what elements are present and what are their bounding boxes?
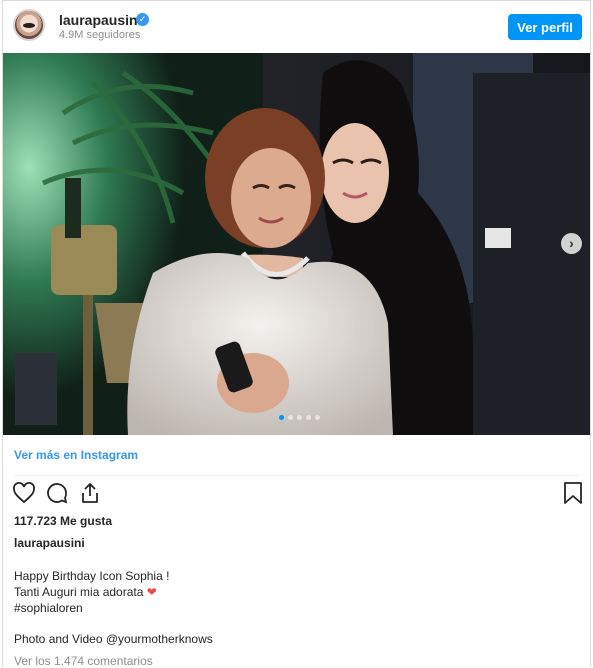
view-profile-button[interactable]: Ver perfil	[508, 14, 582, 40]
post-photo[interactable]: ›	[3, 53, 590, 435]
carousel-dot	[315, 415, 320, 420]
divider	[14, 475, 579, 476]
photo-credit: Photo and Video @yourmotherknows	[14, 632, 213, 646]
view-more-on-instagram-link[interactable]: Ver más en Instagram	[14, 448, 138, 462]
like-heart-icon[interactable]	[12, 481, 36, 505]
action-bar	[3, 481, 590, 507]
carousel-dot	[288, 415, 293, 420]
view-comments-link[interactable]: Ver los 1.474 comentarios	[14, 654, 153, 668]
red-heart-emoji-icon: ❤	[146, 585, 157, 599]
caption-line: Happy Birthday Icon Sophia !	[14, 569, 170, 583]
instagram-embed-card: laurapausini ✓ 4.9M seguidores Ver perfi…	[2, 0, 591, 668]
avatar-eye-icon	[23, 23, 35, 28]
share-icon[interactable]	[78, 481, 102, 505]
hashtag-link[interactable]: #sophialoren	[14, 600, 169, 616]
caption-line: Tanti Auguri mia adorata ❤	[14, 584, 169, 600]
verified-badge-icon: ✓	[136, 13, 149, 26]
post-header: laurapausini ✓ 4.9M seguidores Ver perfi…	[3, 1, 590, 53]
photo-illustration	[3, 53, 590, 435]
carousel-dots	[279, 415, 320, 420]
caption-username[interactable]: laurapausini	[14, 536, 85, 550]
username-link[interactable]: laurapausini	[59, 12, 141, 28]
comment-icon[interactable]	[45, 481, 69, 505]
post-caption: Happy Birthday Icon Sophia ! Tanti Augur…	[14, 568, 169, 616]
carousel-dot	[306, 415, 311, 420]
bookmark-icon[interactable]	[562, 481, 584, 505]
profile-avatar[interactable]	[13, 9, 45, 41]
carousel-dot	[279, 415, 284, 420]
follower-count: 4.9M seguidores	[59, 29, 141, 41]
like-count[interactable]: 117.723 Me gusta	[14, 514, 112, 528]
next-slide-button[interactable]: ›	[561, 233, 582, 254]
caption-line-text: Tanti Auguri mia adorata	[14, 585, 144, 599]
carousel-dot	[297, 415, 302, 420]
